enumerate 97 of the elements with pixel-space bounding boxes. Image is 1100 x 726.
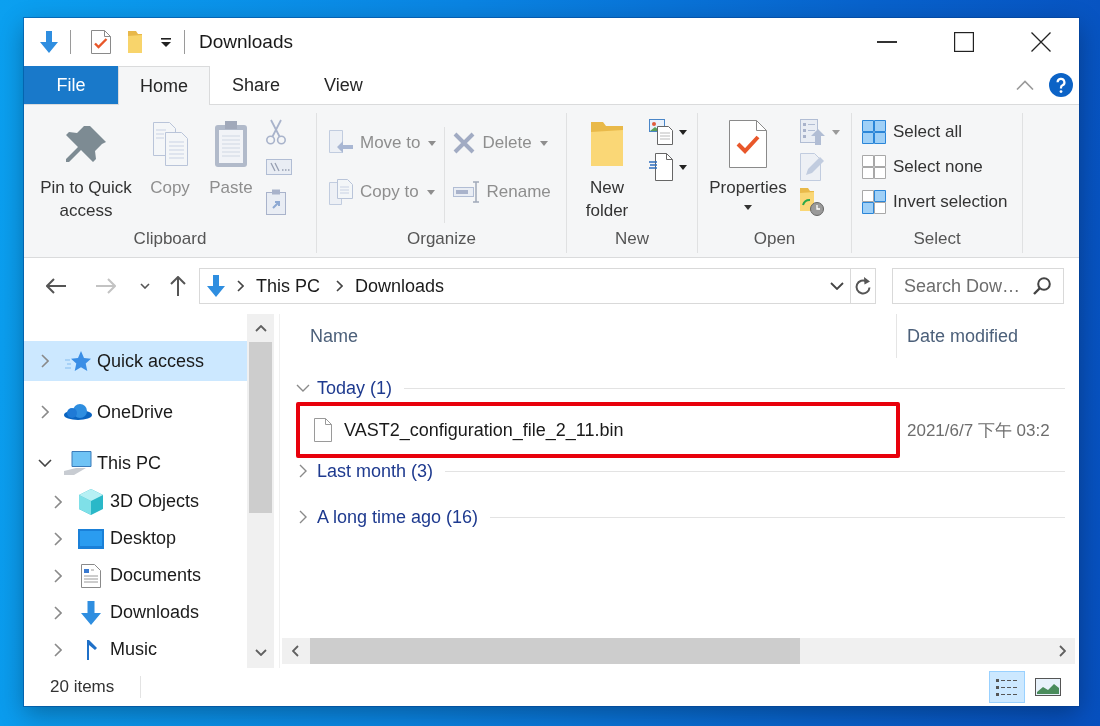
scrollbar-thumb[interactable] [249,342,272,513]
invert-selection-icon [862,190,886,214]
column-header[interactable]: Date modified [897,314,1020,358]
refresh-icon [854,276,872,296]
caret-down-icon [254,649,267,656]
music-note-icon [85,639,97,660]
cloud-icon [64,404,92,420]
download-arrow-icon [207,275,225,297]
back-arrow-icon [46,278,66,294]
delete-icon [453,132,476,154]
star-icon [65,350,91,372]
nav-item[interactable]: Documents [24,557,247,594]
breadcrumb-link[interactable]: This PC [252,271,324,301]
select-all-icon [862,120,886,144]
item-count: 20 items [50,677,115,697]
pencil-document-icon [800,153,824,181]
chevron-down-icon [830,282,844,290]
caret-down-icon [140,283,150,289]
ribbon-icon-button[interactable] [649,151,687,183]
ribbon-button[interactable]: Properties [704,116,792,210]
group-heading[interactable]: Last month (3) [317,460,434,482]
list-icon [996,677,1018,697]
minimize-icon [876,41,897,43]
horizontal-scrollbar[interactable] [282,638,1075,664]
clipboard-icon [214,120,248,167]
caret-up-icon [254,324,267,332]
document-icon [81,563,101,588]
select-none-icon [862,155,886,179]
breadcrumb-link[interactable]: Downloads [351,271,449,301]
ribbon-icon-button[interactable] [649,116,687,148]
ribbon-button[interactable]: New folder [579,116,635,222]
address-bar[interactable]: This PC Downloads [199,268,876,304]
column-header[interactable]: Name [280,314,897,358]
nav-item[interactable]: OneDrive [24,392,247,432]
download-arrow-icon [40,31,58,53]
check-document-icon [91,30,111,54]
caret-right-icon [1058,645,1066,657]
nav-item[interactable]: Quick access [24,341,247,381]
file-icon [314,418,332,442]
pin-icon [66,125,106,162]
maximize-icon [953,32,974,52]
window-title: Downloads [199,31,293,53]
document-icon [649,153,673,181]
list-arrow-icon [800,119,826,145]
group-label: Open [752,228,797,250]
ribbon-tab[interactable]: Share [210,66,303,104]
file-date: 2021/6/7 下午 03:2 [907,419,1050,442]
details-view-button[interactable] [989,671,1025,703]
scrollbar-thumb[interactable] [310,638,800,664]
path-icon [266,159,292,175]
search-icon [1033,277,1051,295]
check-document-icon [729,119,767,168]
group-label: Organize [406,228,477,250]
folder-icon [591,121,623,166]
nav-item[interactable]: Downloads [24,594,247,631]
group-label: Select [912,228,962,250]
group-label: New [614,228,650,250]
image-icon [1035,678,1061,696]
new-item-icon [649,119,673,145]
folder-icon [128,31,142,53]
caret-icon [161,37,171,47]
scissors-icon [266,119,286,145]
forward-arrow-icon [96,278,116,294]
nav-item[interactable]: 3D Objects [24,483,247,520]
file-menu-tab[interactable]: File [24,66,118,104]
nav-item[interactable]: This PC [24,443,247,483]
document-arrow-icon [329,130,353,156]
nav-item[interactable]: Music [24,631,247,668]
group-heading[interactable]: Today (1) [317,377,393,399]
ribbon-button[interactable]: Pin to Quick access [34,116,138,222]
chevron-right-icon [237,280,244,292]
file-name[interactable]: VAST2_configuration_file_2_11.bin [344,419,624,441]
caret-left-icon [291,645,299,657]
search-field[interactable]: Search Dow… [892,268,1064,304]
cube-icon [79,488,103,515]
close-icon [1030,32,1051,52]
chevron-right-icon [336,280,343,292]
desktop-icon [78,528,104,549]
ribbon-button[interactable]: Invert selection [862,186,1008,218]
chevron-up-icon [1016,80,1034,90]
up-arrow-icon [170,276,186,296]
rename-icon [453,181,480,203]
documents-icon [152,121,188,166]
computer-icon [64,451,92,475]
nav-item[interactable]: Desktop [24,520,247,557]
properties-quick-button[interactable] [91,27,111,57]
ribbon-button[interactable]: Select none [862,151,1008,183]
documents-icon [329,179,353,205]
download-arrow-icon [81,600,101,625]
help-icon [1049,73,1073,97]
folder-clock-icon [800,188,824,216]
group-label: Clipboard [132,228,208,250]
vertical-scrollbar[interactable] [247,314,274,668]
group-heading[interactable]: A long time ago (16) [317,506,479,528]
ribbon-tab[interactable]: Home [118,66,210,105]
ribbon-button[interactable]: Select all [862,116,1008,148]
ribbon-tab[interactable]: View [302,66,385,104]
